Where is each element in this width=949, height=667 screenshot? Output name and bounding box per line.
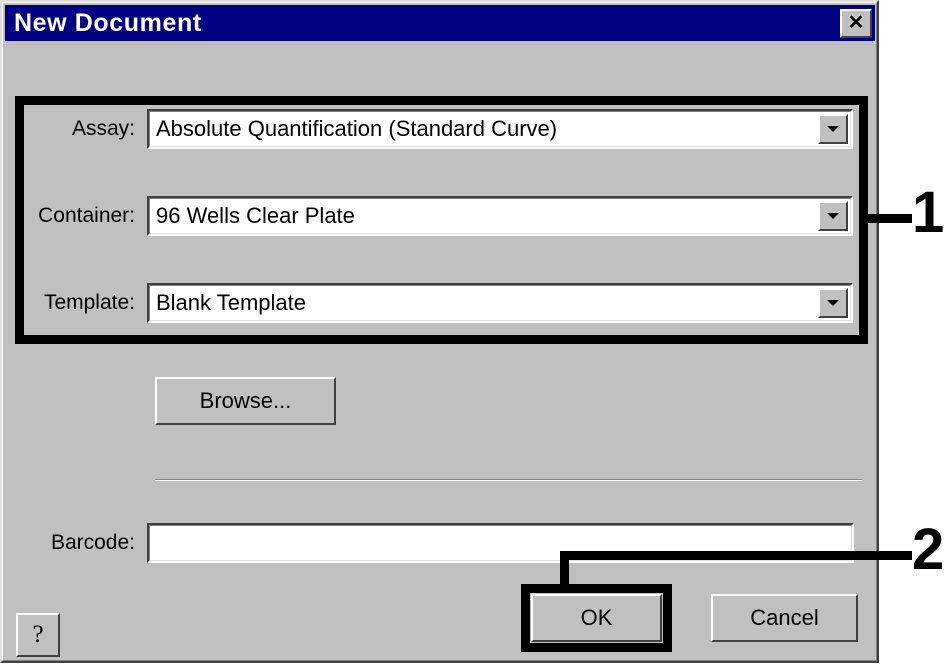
barcode-input[interactable] — [147, 523, 854, 563]
help-button[interactable]: ? — [16, 613, 60, 657]
container-dropdown-button[interactable] — [818, 201, 848, 231]
template-combobox[interactable]: Blank Template — [147, 283, 853, 323]
container-label: Container: — [38, 204, 135, 227]
dialog-title: New Document — [14, 8, 202, 37]
section-divider — [155, 479, 862, 481]
container-value: 96 Wells Clear Plate — [156, 203, 355, 228]
barcode-label: Barcode: — [50, 531, 135, 554]
template-label: Template: — [43, 291, 135, 314]
template-dropdown-button[interactable] — [818, 288, 848, 318]
chevron-down-icon — [827, 213, 839, 219]
assay-value: Absolute Quantification (Standard Curve) — [156, 116, 558, 141]
close-icon: ✕ — [847, 12, 865, 34]
annotation-number-1: 1 — [912, 180, 945, 245]
assay-row: Assay: Absolute Quantification (Standard… — [24, 109, 860, 149]
dialog-titlebar: New Document ✕ — [5, 5, 875, 41]
barcode-row: Barcode: — [24, 523, 862, 563]
chevron-down-icon — [827, 300, 839, 306]
chevron-down-icon — [827, 126, 839, 132]
container-row: Container: 96 Wells Clear Plate — [24, 196, 860, 236]
cancel-button[interactable]: Cancel — [711, 594, 858, 642]
new-document-dialog: New Document ✕ Assay: Absolute Quantific… — [0, 0, 879, 663]
close-button[interactable]: ✕ — [840, 8, 872, 38]
ok-button[interactable]: OK — [531, 594, 662, 642]
container-combobox[interactable]: 96 Wells Clear Plate — [147, 196, 853, 236]
assay-label: Assay: — [71, 117, 135, 140]
template-row: Template: Blank Template — [24, 283, 860, 323]
assay-dropdown-button[interactable] — [818, 114, 848, 144]
browse-button[interactable]: Browse... — [155, 377, 336, 425]
assay-combobox[interactable]: Absolute Quantification (Standard Curve) — [147, 109, 853, 149]
template-value: Blank Template — [156, 290, 307, 315]
barcode-input-bevel — [149, 525, 852, 561]
annotation-number-2: 2 — [912, 517, 945, 582]
